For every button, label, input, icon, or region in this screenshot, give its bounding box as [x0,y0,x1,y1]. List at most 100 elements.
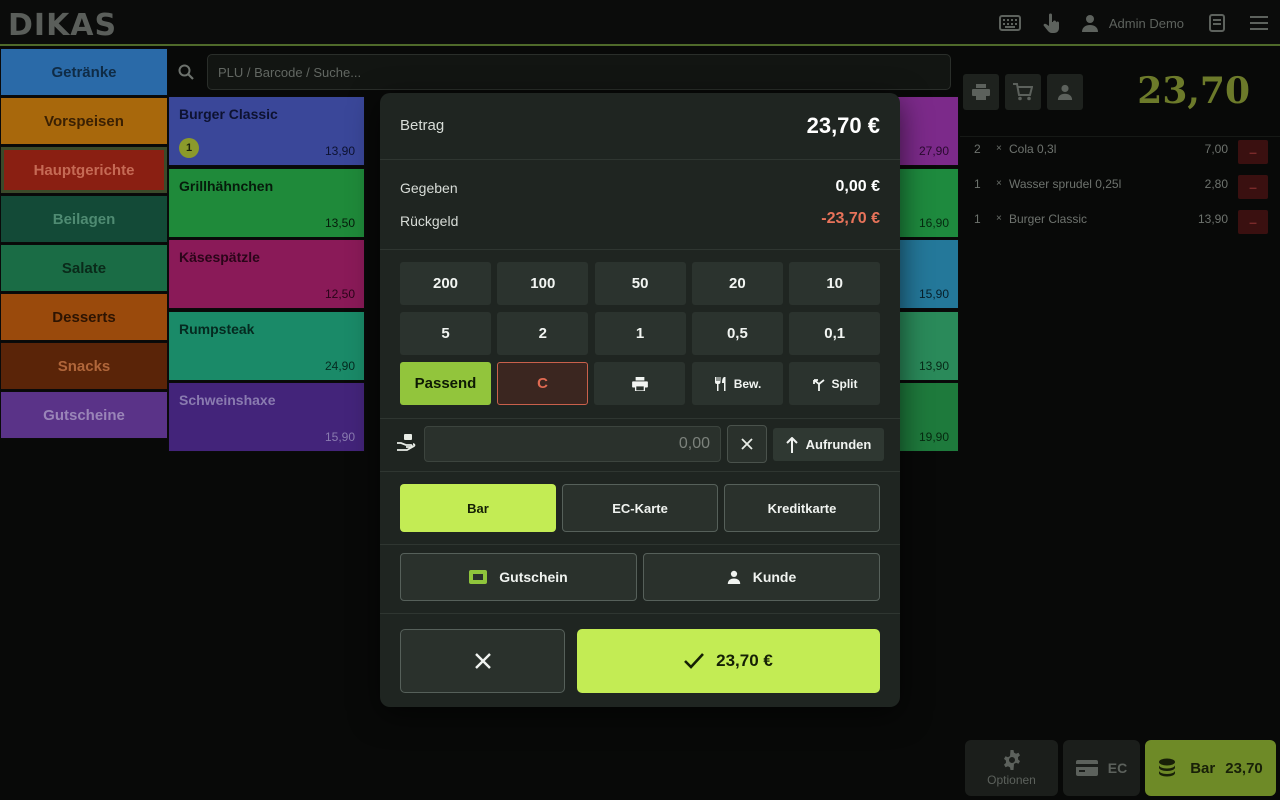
cart-total: 23,70 [1137,70,1250,112]
credit-card-icon [1075,760,1098,776]
category-6[interactable]: Snacks [0,342,168,390]
denomination-button[interactable]: 100 [497,262,589,305]
payment-method-2[interactable]: Kreditkarte [724,484,880,532]
cutlery-icon [714,376,726,391]
bar-amount: 23,70 [1225,759,1263,777]
remove-item-button[interactable]: – [1238,140,1268,164]
denomination-button[interactable]: 10 [789,262,881,305]
product-price: 16,90 [918,215,949,230]
cart-item-name: Burger Classic [1009,212,1088,226]
product-price: 19,90 [918,430,949,444]
user-menu[interactable]: Admin Demo [1073,14,1196,32]
ec-button[interactable]: EC [1063,740,1140,796]
category-label: Salate [61,259,107,277]
denomination-button[interactable]: 20 [691,262,783,305]
category-1[interactable]: Vorspeisen [0,97,168,145]
cart-item[interactable]: 1 × Burger Classic 13,90– [960,206,1280,241]
product-tile[interactable]: Rumpsteak 24,90 [168,310,365,381]
product-tile[interactable]: Burger Classic 13,90 1 [168,96,365,166]
hand-pointer-icon[interactable] [1031,0,1073,46]
options-button[interactable]: Optionen [965,740,1058,796]
product-tile[interactable]: Käsespätzle 12,50 [168,239,365,309]
split-icon [812,378,825,391]
split-button[interactable]: Split [789,362,880,405]
cart-item[interactable]: 2 × Cola 0,3l 7,00– [960,136,1280,171]
payment-dialog: Betrag 23,70 € Gegeben 0,00 € Rückgeld -… [380,93,900,707]
category-label: Gutscheine [43,406,125,424]
denomination-button[interactable]: 0,1 [789,312,881,355]
given-value: 0,00 € [835,178,880,195]
voucher-button[interactable]: Gutschein [400,553,637,601]
clear-button[interactable]: C [497,362,588,405]
cart-item-qty: 2 [974,142,981,156]
product-price: 12,50 [324,287,355,301]
customer-button[interactable]: Kunde [643,553,880,601]
bewirtung-button[interactable]: Bew. [692,362,783,405]
remove-item-button[interactable]: – [1238,210,1268,234]
product-price: 13,50 [324,215,355,230]
product-name: Schweinshaxe [179,392,276,408]
clear-input-button[interactable] [727,425,767,463]
bew-label: Bew. [733,376,762,391]
quantity-badge: 1 [179,138,199,158]
top-bar: DIKAS Admin Demo [0,0,1280,46]
product-name: Käsespätzle [179,249,260,265]
cart-item-qty: 1 [974,212,981,226]
denomination-button[interactable]: 50 [594,262,686,305]
voucher-label: Gutschein [499,569,568,585]
exact-amount-button[interactable]: Passend [400,362,491,405]
customer-label: Kunde [752,569,797,585]
menu-icon[interactable] [1238,0,1280,46]
amount-label: Betrag [400,117,445,134]
amount-section: Betrag 23,70 € [380,93,900,160]
category-5[interactable]: Desserts [0,293,168,341]
cart-item-price: 13,90 [1197,212,1228,226]
product-tile[interactable]: Schweinshaxe 15,90 [168,382,365,452]
product-price: 27,90 [918,144,949,158]
given-change-section: Gegeben 0,00 € Rückgeld -23,70 € [380,160,900,250]
denomination-button[interactable]: 200 [400,262,491,305]
change-value: -23,70 € [821,210,880,227]
payment-method-0[interactable]: Bar [400,484,556,532]
denomination-button[interactable]: 5 [400,312,491,355]
confirm-amount: 23,70 € [716,651,773,670]
round-up-button[interactable]: Aufrunden [773,428,884,461]
keyboard-icon[interactable] [989,0,1031,46]
payment-method-label: Kreditkarte [767,500,837,516]
category-2[interactable]: Hauptgerichte [0,146,168,194]
print-icon[interactable] [963,74,999,110]
product-price: 15,90 [918,287,949,301]
product-price: 15,90 [324,430,355,444]
category-4[interactable]: Salate [0,244,168,292]
confirm-payment-button[interactable]: 23,70 € [577,629,880,693]
round-up-label: Aufrunden [805,437,872,452]
cancel-button[interactable] [400,629,565,693]
category-7[interactable]: Gutscheine [0,391,168,439]
customer-icon[interactable] [1047,74,1083,110]
print-receipt-button[interactable] [594,362,685,405]
category-label: Vorspeisen [44,112,124,130]
product-tile[interactable]: Grillhähnchen 13,50 [168,167,365,238]
denomination-button[interactable]: 1 [594,312,686,355]
category-0[interactable]: Getränke [0,48,168,96]
category-3[interactable]: Beilagen [0,195,168,243]
given-label: Gegeben [400,180,458,196]
product-price: 13,90 [324,144,355,158]
bar-pay-button[interactable]: Bar 23,70 [1145,740,1276,796]
change-label: Rückgeld [400,213,459,229]
arrow-up-icon [785,436,798,453]
cart-item-x: × [996,178,1002,189]
denomination-button[interactable]: 0,5 [691,312,783,355]
cart-item[interactable]: 1 × Wasser sprudel 0,25l 2,80– [960,171,1280,206]
coins-icon [1159,758,1176,777]
product-name: Grillhähnchen [179,177,274,194]
cart-icon[interactable] [1005,74,1041,110]
remove-item-button[interactable]: – [1238,175,1268,199]
payment-method-1[interactable]: EC-Karte [562,484,718,532]
denomination-button[interactable]: 2 [497,312,589,355]
cart-item-qty: 1 [974,177,981,191]
search-input[interactable] [207,54,951,90]
book-icon[interactable] [1196,0,1238,46]
given-amount-input[interactable] [424,426,721,462]
options-label: Optionen [987,772,1036,787]
